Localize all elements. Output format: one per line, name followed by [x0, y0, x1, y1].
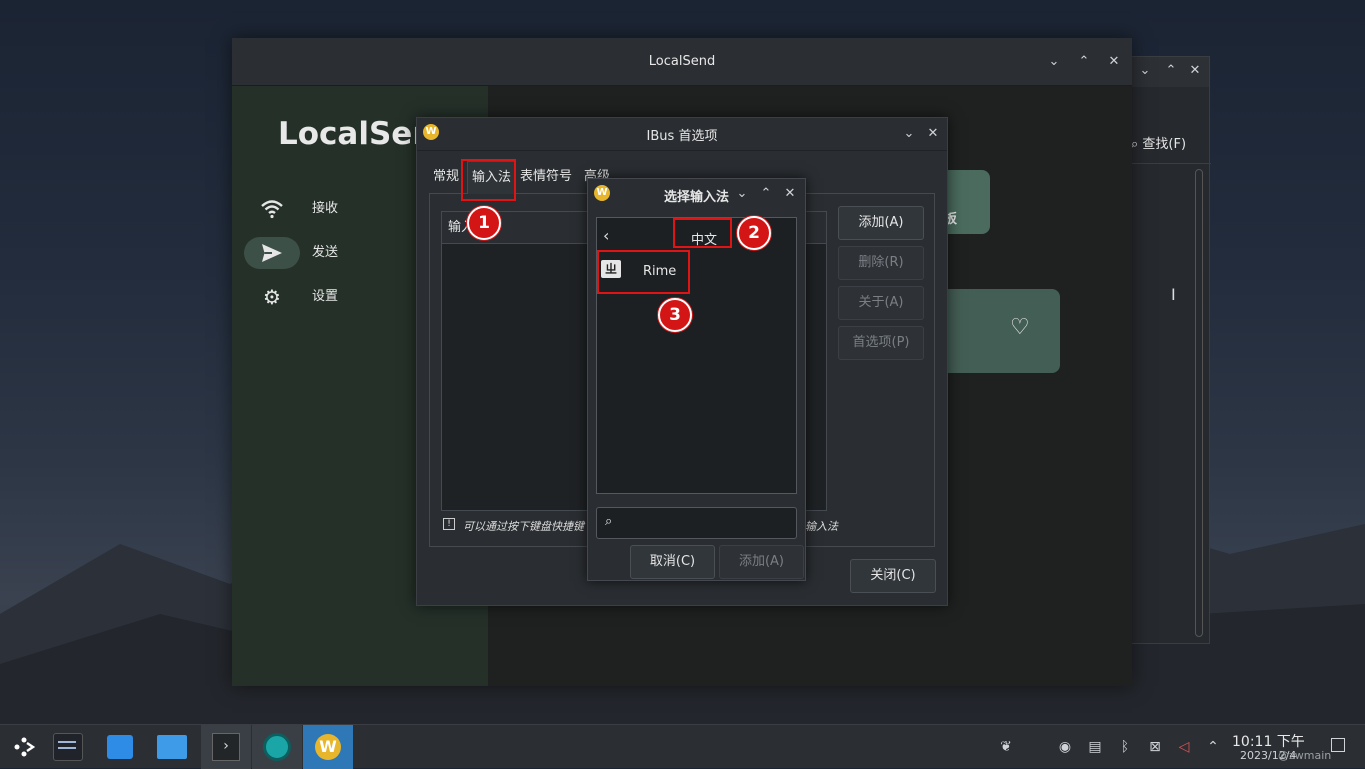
- tab-general[interactable]: 常规: [429, 161, 463, 193]
- screen-record-icon[interactable]: ◉: [1055, 737, 1075, 757]
- close-icon[interactable]: ✕: [925, 126, 941, 142]
- system-settings-icon[interactable]: [44, 725, 92, 769]
- plasma-vault-icon[interactable]: ❦: [996, 737, 1016, 757]
- minimize-icon[interactable]: ⌄: [1046, 54, 1062, 70]
- nav-label: 设置: [312, 289, 339, 304]
- annotation-box-2: [673, 218, 732, 248]
- text-cursor-icon: I: [1171, 285, 1176, 304]
- ibus-taskbar-icon[interactable]: W: [303, 725, 353, 769]
- wifi-icon: [254, 193, 290, 225]
- network-disconnected-icon[interactable]: ⊠: [1145, 737, 1165, 757]
- maximize-icon[interactable]: ⌃: [758, 186, 774, 202]
- file-manager-icon[interactable]: [148, 725, 196, 769]
- taskbar: › W ❦ ◉ ▤ ᛒ ⊠ ◁ ⌃ 10:11 下午 2023/12/4 @zw…: [0, 724, 1365, 769]
- bluetooth-icon[interactable]: ᛒ: [1115, 737, 1135, 757]
- maximize-icon[interactable]: ⌃: [1076, 54, 1092, 70]
- close-icon[interactable]: ✕: [1106, 54, 1122, 70]
- window-title: LocalSend: [648, 54, 716, 69]
- info-icon: !: [443, 518, 455, 530]
- close-button[interactable]: 关闭(C): [850, 559, 936, 593]
- maximize-icon[interactable]: ⌃: [1163, 63, 1179, 79]
- annotation-badge-3: 3: [658, 298, 692, 332]
- add-button[interactable]: 添加(A): [719, 545, 804, 579]
- about-button[interactable]: 关于(A): [838, 286, 924, 320]
- hint-text: 可以通过按下键盘快捷键: [463, 520, 584, 533]
- search-button[interactable]: ⌕ 查找(F): [1131, 133, 1186, 152]
- watermark: @zwmain: [1278, 749, 1332, 762]
- minimize-icon[interactable]: ⌄: [1137, 63, 1153, 79]
- search-icon: ⌕: [605, 514, 613, 529]
- back-icon[interactable]: ‹: [603, 226, 609, 245]
- volume-muted-icon[interactable]: ◁: [1174, 737, 1194, 757]
- annotation-box-1: [461, 159, 516, 201]
- nav-label: 接收: [312, 201, 339, 216]
- discover-store-icon[interactable]: [96, 725, 144, 769]
- clock[interactable]: 10:11 下午 2023/12/4 @zwmain: [1226, 729, 1331, 765]
- remove-button[interactable]: 删除(R): [838, 246, 924, 280]
- dialog-title: 选择输入法: [664, 190, 730, 205]
- localsend-titlebar[interactable]: LocalSend: [232, 38, 1132, 86]
- terminal-icon[interactable]: ›: [201, 725, 251, 769]
- localsend-taskbar-icon[interactable]: [252, 725, 302, 769]
- ibus-logo-icon: W: [594, 185, 610, 201]
- heart-icon[interactable]: ♡: [1010, 315, 1030, 340]
- clock-time: 10:11 下午: [1232, 734, 1305, 750]
- search-field[interactable]: ⌕: [596, 507, 797, 539]
- close-icon[interactable]: ✕: [782, 186, 798, 202]
- nav-label: 发送: [312, 245, 339, 260]
- add-button[interactable]: 添加(A): [838, 206, 924, 240]
- window-title: IBus 首选项: [646, 129, 718, 144]
- favorites-card[interactable]: ♡: [930, 289, 1060, 373]
- gear-icon: ⚙: [263, 285, 281, 309]
- close-icon[interactable]: ✕: [1187, 63, 1203, 79]
- annotation-box-3: [597, 250, 690, 294]
- search-icon: ⌕: [1131, 137, 1143, 152]
- minimize-icon[interactable]: ⌄: [901, 126, 917, 142]
- search-label: 查找(F): [1142, 137, 1187, 152]
- preferences-button[interactable]: 首选项(P): [838, 326, 924, 360]
- app-launcher-icon[interactable]: [0, 725, 48, 769]
- clipboard-icon[interactable]: ▤: [1085, 737, 1105, 757]
- hint-text-end: 输入法: [805, 520, 838, 533]
- send-icon: [254, 237, 290, 269]
- scrollbar[interactable]: [1195, 169, 1203, 637]
- annotation-badge-1: 1: [467, 206, 501, 240]
- cancel-button[interactable]: 取消(C): [630, 545, 715, 579]
- show-hidden-icons-icon[interactable]: ⌃: [1203, 737, 1223, 757]
- tab-emoji[interactable]: 表情符号: [516, 161, 576, 193]
- background-window[interactable]: ⌄ ⌃ ✕ ⌕ 查找(F) I: [1120, 56, 1211, 644]
- search-input[interactable]: [625, 512, 785, 534]
- show-desktop-icon[interactable]: [1331, 738, 1345, 752]
- annotation-badge-2: 2: [737, 216, 771, 250]
- minimize-icon[interactable]: ⌄: [734, 186, 750, 202]
